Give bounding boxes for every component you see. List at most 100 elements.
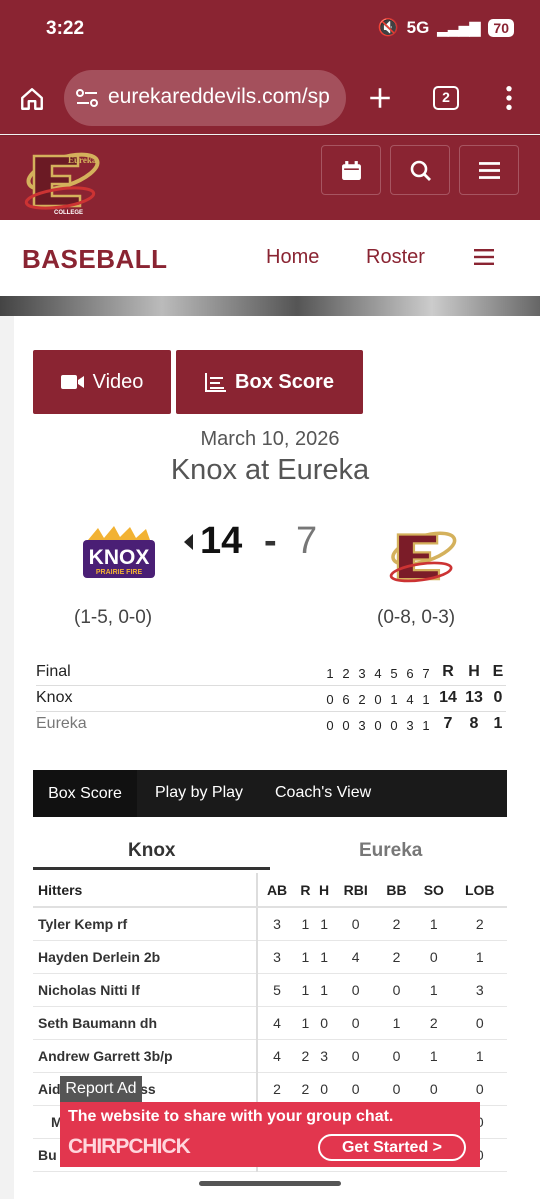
tab-coaches-view[interactable]: Coach's View (275, 784, 371, 802)
stat-cell: 1 (415, 973, 453, 1007)
team-name: Knox (36, 689, 73, 706)
player-name[interactable]: Hayden Derlein 2b (33, 940, 258, 974)
stat-cell: 2 (415, 1006, 453, 1040)
gesture-bar[interactable] (199, 1181, 341, 1186)
calendar-button[interactable] (321, 145, 381, 195)
inning-runs: 0 (326, 718, 334, 733)
linescore-row-knox: Knox 0 6 2 0 1 4 1 14 13 0 (36, 686, 506, 712)
network-label: 5G (406, 18, 430, 37)
home-score: 7 (296, 520, 318, 562)
team-tab-knox[interactable]: Knox (128, 840, 176, 862)
new-tab-icon[interactable] (367, 85, 393, 111)
browser-toolbar: eurekareddevils.com/sp (0, 62, 540, 134)
mute-icon: 🔇 (377, 18, 399, 37)
inning-header: 1 (326, 666, 334, 681)
stats-tabs: Box Score Play by Play Coach's View (33, 770, 507, 817)
player-name[interactable]: Tyler Kemp rf (33, 907, 258, 941)
linescore-row-eureka: Eureka 0 0 3 0 0 3 1 7 8 1 (36, 712, 506, 738)
team-name: Eureka (36, 715, 87, 732)
stat-cell: 3 (452, 973, 507, 1007)
inning-runs: 0 (342, 718, 350, 733)
errors-header: E (492, 663, 504, 680)
tab-box-score[interactable]: Box Score (33, 770, 137, 817)
inning-runs: 0 (374, 692, 382, 707)
logo-text-top: Eureka (68, 155, 97, 165)
inning-runs: 1 (422, 692, 430, 707)
home-icon[interactable] (19, 86, 45, 112)
stat-cell: 0 (314, 1072, 334, 1106)
score-dash: - (264, 520, 277, 562)
sport-title[interactable]: BASEBALL (22, 244, 168, 275)
stat-cell: 4 (333, 940, 378, 974)
total-errors: 0 (493, 689, 503, 706)
active-team-underline (33, 867, 270, 870)
inning-runs: 6 (342, 692, 350, 707)
sport-nav: BASEBALL Home Roster (0, 220, 540, 296)
column-header: RBI (333, 873, 378, 908)
stat-cell: 2 (296, 1039, 315, 1073)
table-header-row: Hitters AB R H RBI BB SO LOB (33, 873, 507, 908)
inning-header: 3 (358, 666, 366, 681)
site-settings-icon[interactable] (76, 88, 98, 108)
system-icons: 🔇 5G ▂▃▅▇ 70 (377, 18, 514, 38)
status-time: 3:22 (46, 18, 85, 39)
table-row: Seth Baumann dh 4 1 0 0 1 2 0 (33, 1006, 507, 1040)
sport-menu-icon[interactable] (474, 249, 494, 265)
stat-cell: 1 (314, 940, 334, 974)
stat-cell: 0 (452, 1072, 507, 1106)
stat-cell: 0 (333, 1006, 378, 1040)
game-status: Final (36, 663, 71, 680)
nav-roster[interactable]: Roster (366, 246, 425, 269)
stat-cell: 2 (452, 907, 507, 941)
report-ad-button[interactable]: Report Ad (60, 1076, 142, 1102)
player-name-start: Aid (38, 1080, 61, 1097)
player-name[interactable]: Nicholas Nitti lf (33, 973, 258, 1007)
linescore-header: Final 1 2 3 4 5 6 7 R H E (36, 660, 506, 686)
stat-cell: 1 (452, 1039, 507, 1073)
home-record: (0-8, 0-3) (377, 607, 456, 628)
knox-logo-text: KNOX (89, 546, 150, 569)
player-name[interactable]: Seth Baumann dh (33, 1006, 258, 1040)
column-header: AB (257, 873, 297, 908)
nav-home[interactable]: Home (266, 246, 319, 269)
knox-logo[interactable]: KNOX PRAIRIE FIRE (80, 526, 158, 582)
site-menu-button[interactable] (459, 145, 519, 195)
video-button[interactable]: Video (33, 350, 171, 414)
inning-header: 6 (406, 666, 414, 681)
inning-runs: 0 (326, 692, 334, 707)
search-icon (410, 160, 431, 181)
stat-cell: 0 (452, 1006, 507, 1040)
battery-icon: 70 (488, 19, 514, 37)
stat-cell: 0 (333, 1072, 378, 1106)
knox-logo-subtext: PRAIRIE FIRE (96, 569, 143, 576)
game-matchup: Knox at Eureka (170, 454, 370, 486)
box-score-button[interactable]: Box Score (176, 350, 363, 414)
url-field[interactable]: eurekareddevils.com/sp (64, 70, 346, 126)
tab-play-by-play[interactable]: Play by Play (155, 784, 243, 802)
stat-cell: 5 (257, 973, 297, 1007)
site-header: Eureka COLLEGE (0, 135, 540, 220)
search-button[interactable] (390, 145, 450, 195)
eureka-team-logo[interactable] (383, 522, 461, 588)
inning-header: 2 (342, 666, 350, 681)
stat-cell: 4 (257, 1006, 297, 1040)
more-menu-icon[interactable] (498, 84, 520, 112)
player-name[interactable]: Andrew Garrett 3b/p (33, 1039, 258, 1073)
signal-icon: ▂▃▅▇ (437, 19, 481, 36)
stat-cell: 1 (314, 907, 334, 941)
tab-switcher-button[interactable]: 2 (433, 86, 459, 110)
team-tab-eureka[interactable]: Eureka (359, 840, 422, 862)
inning-runs: 4 (406, 692, 414, 707)
ad-banner[interactable]: The website to share with your group cha… (60, 1102, 480, 1167)
ad-cta-button[interactable]: Get Started > (318, 1134, 466, 1161)
away-record: (1-5, 0-0) (74, 607, 153, 628)
inning-runs: 0 (374, 718, 382, 733)
team-tabs: Knox Eureka (33, 834, 507, 870)
stat-cell: 0 (333, 1039, 378, 1073)
table-row: Nicholas Nitti lf 5 1 1 0 0 1 3 (33, 973, 507, 1007)
stat-cell: 0 (333, 907, 378, 941)
eureka-logo[interactable]: Eureka COLLEGE (20, 142, 102, 216)
stat-cell: 1 (296, 1006, 315, 1040)
stat-cell: 2 (377, 940, 416, 974)
box-score-label: Box Score (235, 370, 334, 393)
